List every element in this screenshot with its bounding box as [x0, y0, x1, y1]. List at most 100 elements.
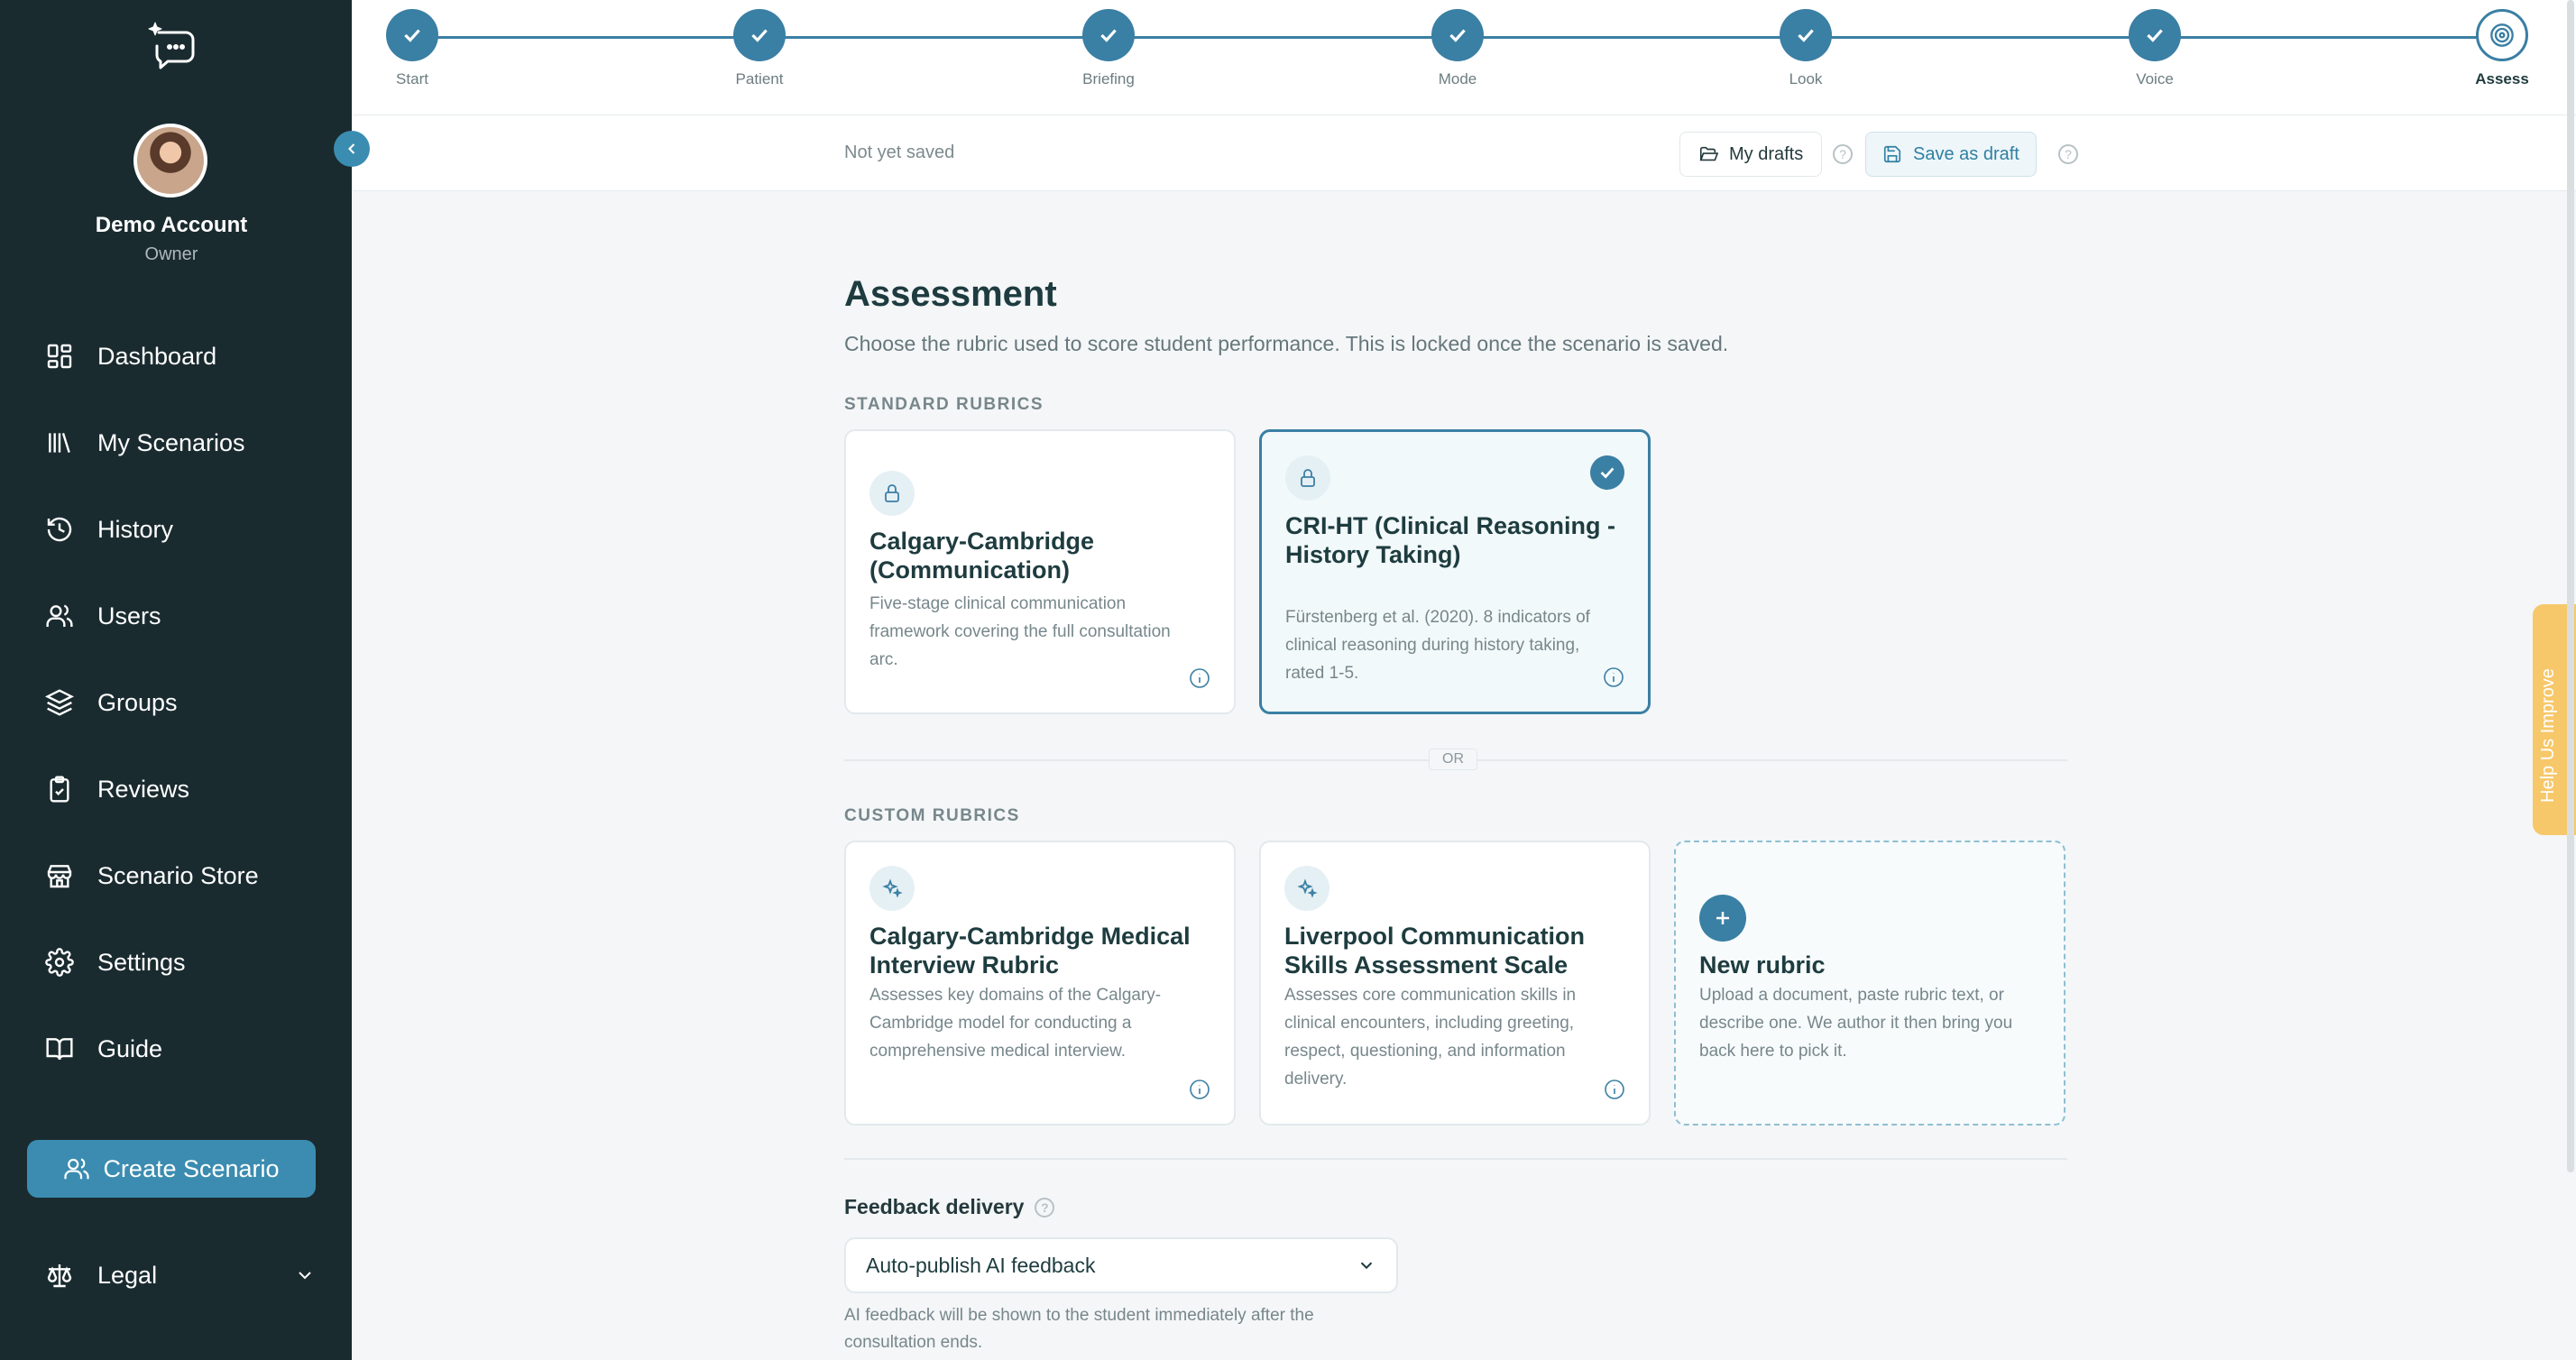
save-status: Not yet saved: [844, 142, 955, 162]
sidebar-item-dashboard[interactable]: Dashboard: [45, 338, 216, 374]
create-scenario-label: Create Scenario: [103, 1154, 280, 1182]
sidebar-item-label: Scenario Store: [97, 861, 259, 889]
sidebar-item-guide[interactable]: Guide: [45, 1031, 162, 1067]
feedback-delivery-value: Auto-publish AI feedback: [866, 1253, 1096, 1277]
save-bar: Not yet saved My drafts ? Save as draft …: [352, 115, 2576, 191]
collapse-sidebar-button[interactable]: [334, 131, 370, 167]
sidebar-item-label: Groups: [97, 688, 178, 716]
sidebar-item-label: Guide: [97, 1034, 163, 1062]
lock-icon: [1285, 455, 1330, 501]
feedback-delivery-select[interactable]: Auto-publish AI feedback: [844, 1237, 1398, 1293]
sidebar-item-label: Reviews: [97, 775, 190, 803]
rubric-desc: Assesses key domains of the Calgary-Camb…: [869, 986, 1162, 1061]
sidebar-item-settings[interactable]: Settings: [45, 944, 186, 980]
dashboard-icon: [47, 344, 72, 369]
new-rubric-desc: Upload a document, paste rubric text, or…: [1699, 986, 2013, 1061]
feedback-delivery-label: Feedback delivery ?: [844, 1195, 1055, 1219]
help-icon[interactable]: ?: [2058, 144, 2078, 164]
sidebar-item-my-scenarios[interactable]: My Scenarios: [45, 425, 245, 461]
rubric-title: Liverpool Communication Skills Assessmen…: [1284, 923, 1586, 979]
new-rubric-card[interactable]: New rubric Upload a document, paste rubr…: [1674, 841, 2065, 1126]
sidebar-item-reviews[interactable]: Reviews: [45, 771, 189, 807]
sidebar-item-scenario-store[interactable]: Scenario Store: [45, 858, 259, 894]
history-icon: [47, 517, 72, 542]
rubric-title: CRI-HT (Clinical Reasoning - History Tak…: [1285, 512, 1616, 568]
chevron-left-icon: [348, 143, 355, 154]
help-icon[interactable]: ?: [1035, 1197, 1055, 1218]
clipboard-check-icon: [50, 776, 69, 803]
my-drafts-label: My drafts: [1729, 143, 1804, 164]
scrollbar[interactable]: [2567, 0, 2574, 1172]
save-icon: [1883, 145, 1901, 163]
check-icon: [386, 9, 438, 61]
sparkles-icon: [869, 866, 915, 911]
step-look[interactable]: Look: [1752, 9, 1860, 88]
library-icon: [49, 432, 70, 454]
check-icon: [1082, 9, 1135, 61]
app-logo-icon[interactable]: [146, 20, 200, 70]
my-drafts-button[interactable]: My drafts: [1679, 132, 1823, 177]
check-icon: [733, 9, 786, 61]
lock-icon: [869, 471, 915, 516]
sidebar-item-users[interactable]: Users: [45, 598, 161, 634]
legal-label: Legal: [97, 1261, 158, 1289]
avatar[interactable]: [133, 124, 207, 198]
step-label: Mode: [1438, 70, 1477, 87]
save-as-draft-button[interactable]: Save as draft: [1865, 132, 2037, 177]
create-scenario-button[interactable]: Create Scenario: [27, 1140, 316, 1198]
step-start[interactable]: Start: [358, 9, 466, 88]
target-icon: [2476, 9, 2528, 61]
sidebar-item-label: Dashboard: [97, 342, 217, 370]
step-mode[interactable]: Mode: [1403, 9, 1512, 88]
step-voice[interactable]: Voice: [2101, 9, 2209, 88]
sidebar-item-label: History: [97, 515, 174, 543]
legal-menu[interactable]: Legal: [45, 1257, 316, 1293]
check-icon: [1780, 9, 1832, 61]
rubric-card-liverpool[interactable]: Liverpool Communication Skills Assessmen…: [1259, 841, 1651, 1126]
step-label: Start: [396, 70, 428, 87]
rubric-card-cri-ht[interactable]: CRI-HT (Clinical Reasoning - History Tak…: [1259, 429, 1651, 714]
help-icon[interactable]: ?: [1833, 144, 1853, 164]
scale-icon: [47, 1264, 72, 1288]
rubric-desc: Five-stage clinical communication framew…: [869, 594, 1171, 669]
page-title: Assessment: [844, 274, 1057, 314]
rubric-desc: Assesses core communication skills in cl…: [1284, 986, 1577, 1089]
sidebar-item-label: My Scenarios: [97, 428, 245, 456]
check-icon: [1431, 9, 1484, 61]
gear-icon: [45, 948, 74, 977]
main-content: Assessment Choose the rubric used to sco…: [352, 191, 2576, 1360]
info-icon[interactable]: [1603, 666, 1624, 688]
layers-icon: [45, 689, 74, 716]
step-patient[interactable]: Patient: [705, 9, 814, 88]
feedback-delivery-note: AI feedback will be shown to the student…: [844, 1306, 1314, 1352]
chevron-down-icon: [299, 1272, 311, 1280]
info-icon[interactable]: [1604, 1079, 1625, 1100]
store-icon: [47, 865, 72, 888]
feedback-delivery-text: Feedback delivery: [844, 1195, 1025, 1218]
step-briefing[interactable]: Briefing: [1054, 9, 1163, 88]
new-rubric-title: New rubric: [1699, 951, 1826, 979]
step-label: Assess: [2475, 70, 2529, 87]
sidebar-item-groups[interactable]: Groups: [45, 685, 178, 721]
account-name: Demo Account: [95, 213, 248, 237]
rubric-title: Calgary-Cambridge (Communication): [869, 528, 1095, 584]
rubric-title: Calgary-Cambridge Medical Interview Rubr…: [869, 923, 1191, 979]
users-icon: [64, 1158, 90, 1180]
info-icon[interactable]: [1189, 1079, 1210, 1100]
rubric-desc: Fürstenberg et al. (2020). 8 indicators …: [1285, 608, 1590, 683]
step-label: Look: [1789, 70, 1823, 87]
step-label: Voice: [2136, 70, 2174, 87]
account-role: Owner: [144, 244, 198, 264]
page-subtitle: Choose the rubric used to score student …: [844, 332, 1729, 355]
users-icon: [46, 604, 73, 627]
rubric-card-calgary-cambridge-interview[interactable]: Calgary-Cambridge Medical Interview Rubr…: [844, 841, 1236, 1126]
sidebar-item-history[interactable]: History: [45, 511, 173, 547]
step-label: Patient: [735, 70, 784, 87]
rubric-card-calgary-cambridge[interactable]: Calgary-Cambridge (Communication) Five-s…: [844, 429, 1236, 714]
info-icon[interactable]: [1189, 667, 1210, 689]
chevron-down-icon: [1360, 1262, 1373, 1270]
sidebar-item-label: Settings: [97, 948, 186, 976]
step-label: Briefing: [1082, 70, 1135, 87]
selected-check-icon: [1590, 455, 1624, 490]
step-assess[interactable]: Assess: [2448, 9, 2556, 88]
